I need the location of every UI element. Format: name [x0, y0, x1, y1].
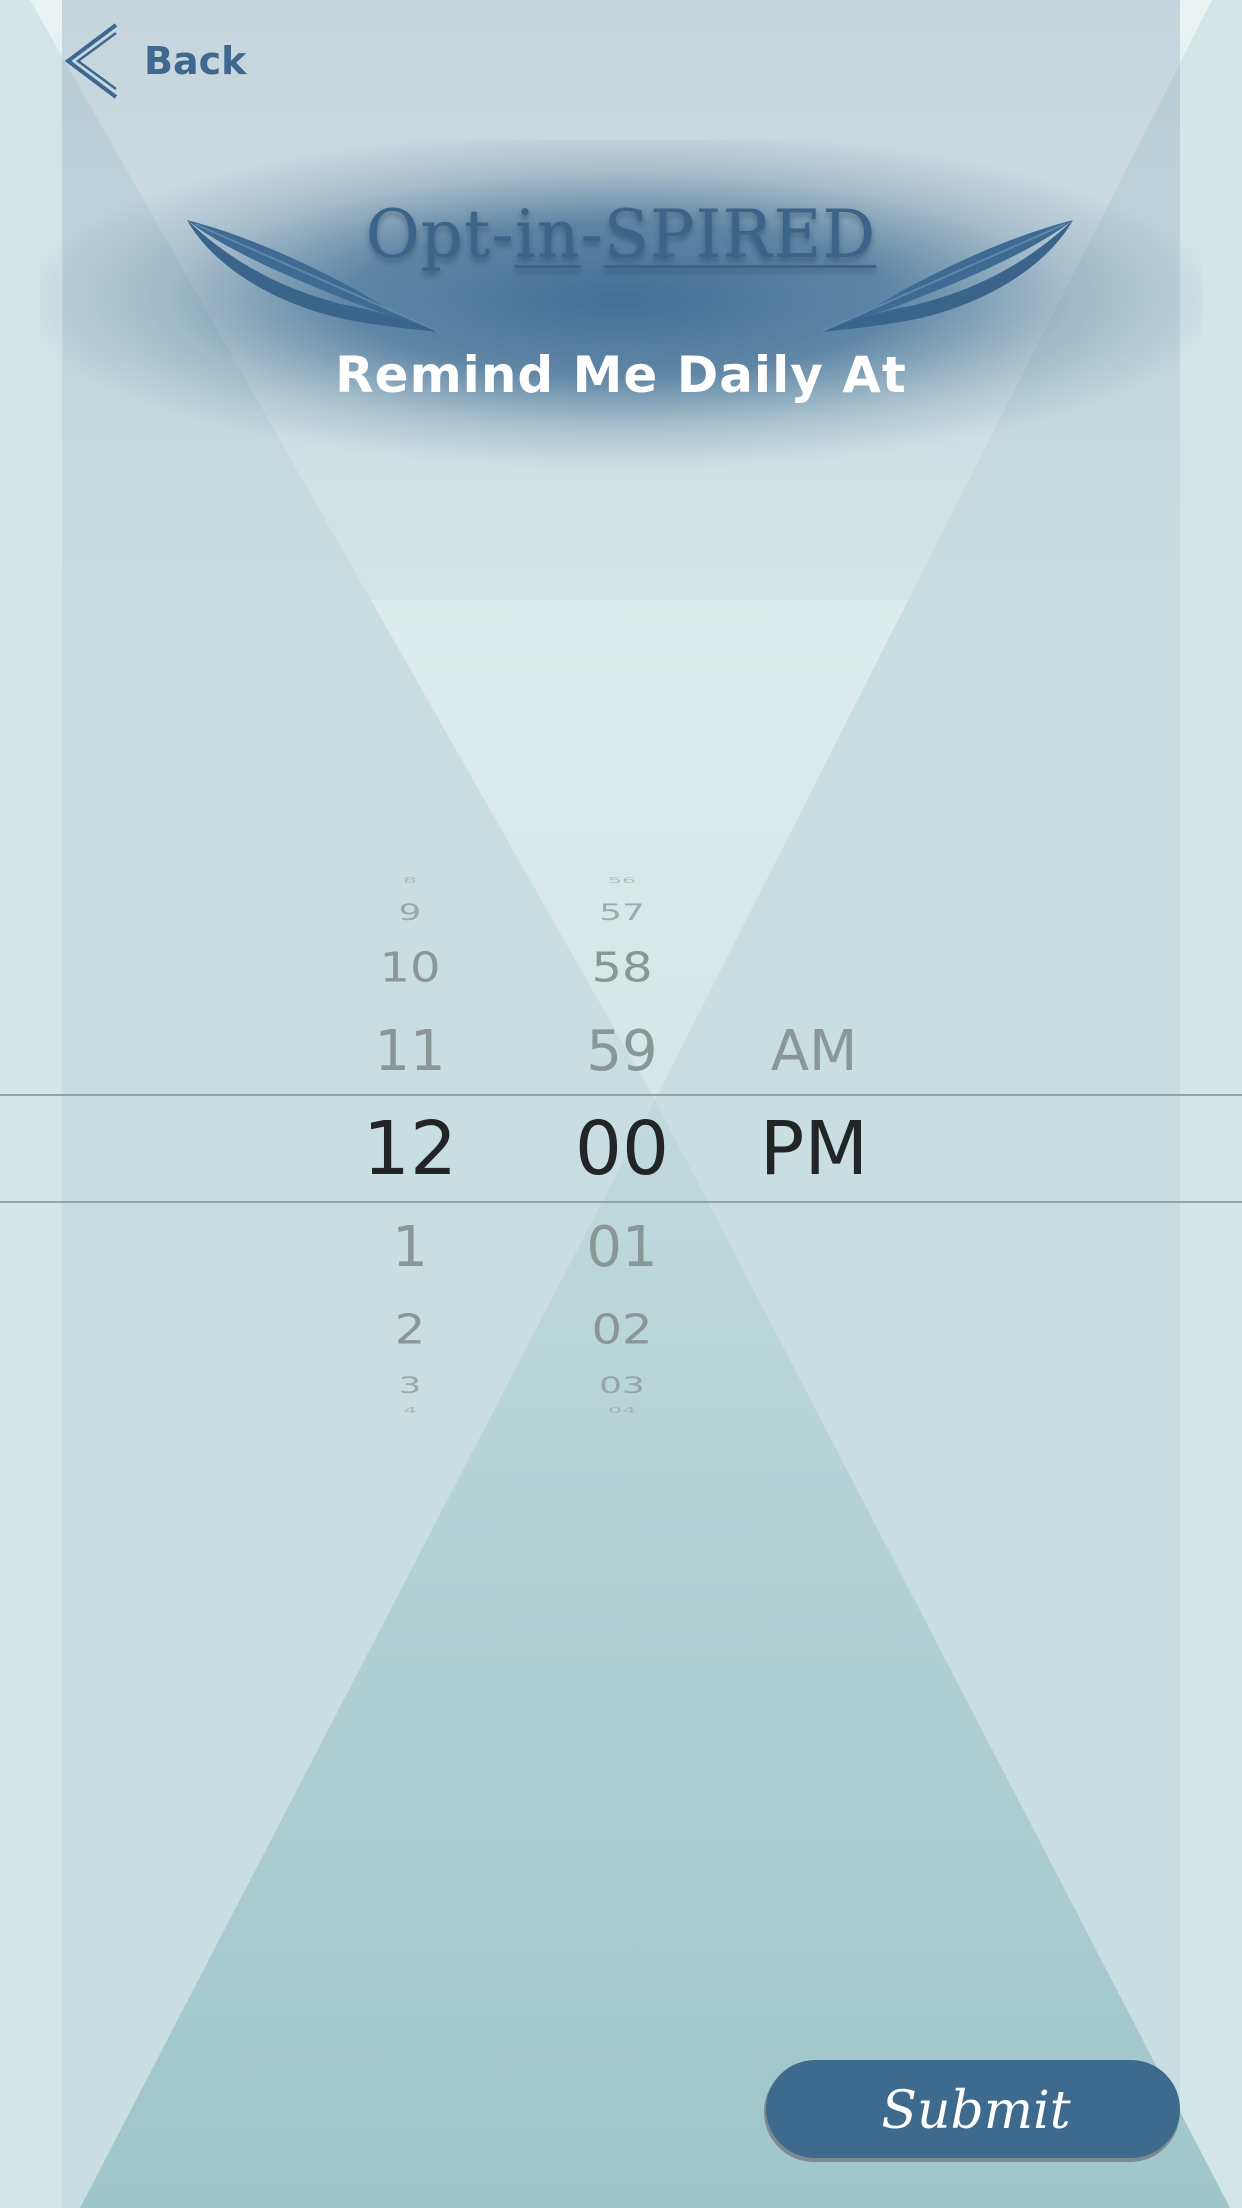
- chevron-left-icon: [64, 23, 118, 99]
- minute-option[interactable]: 04: [522, 1407, 722, 1415]
- period-option[interactable]: AM: [714, 1024, 914, 1080]
- minute-option[interactable]: 03: [522, 1375, 722, 1397]
- minute-option[interactable]: 57: [522, 902, 722, 924]
- hour-option[interactable]: 3: [310, 1375, 510, 1397]
- hour-option[interactable]: 9: [310, 902, 510, 924]
- hour-option-selected[interactable]: 12: [310, 1112, 510, 1186]
- back-label: Back: [144, 39, 247, 83]
- minute-option[interactable]: 02: [522, 1310, 722, 1351]
- submit-label: Submit: [881, 2081, 1070, 2141]
- back-button[interactable]: Back: [60, 20, 246, 102]
- hour-wheel[interactable]: 8 9 10 11 12 1 2 3 4: [310, 860, 510, 1430]
- minute-option[interactable]: 56: [522, 877, 722, 885]
- minute-wheel[interactable]: 56 57 58 59 00 01 02 03 04: [522, 860, 722, 1430]
- minute-option[interactable]: 58: [522, 948, 722, 989]
- hour-option[interactable]: 8: [310, 877, 510, 885]
- minute-option[interactable]: 01: [522, 1220, 722, 1276]
- hour-option[interactable]: 4: [310, 1407, 510, 1415]
- period-option-selected[interactable]: PM: [714, 1112, 914, 1186]
- submit-button[interactable]: Submit: [760, 2058, 1186, 2166]
- page-subtitle: Remind Me Daily At: [335, 346, 907, 404]
- hour-option[interactable]: 2: [310, 1310, 510, 1351]
- hour-option[interactable]: 10: [310, 948, 510, 989]
- minute-option[interactable]: 59: [522, 1024, 722, 1080]
- app-logo-title: Opt-in-SPIRED: [365, 196, 877, 273]
- period-wheel[interactable]: AM PM: [714, 860, 914, 1430]
- time-picker[interactable]: 8 9 10 11 12 1 2 3 4 56 57 58 59 00 01 0…: [0, 860, 1242, 1430]
- hour-option[interactable]: 11: [310, 1024, 510, 1080]
- minute-option-selected[interactable]: 00: [522, 1112, 722, 1186]
- hour-option[interactable]: 1: [310, 1220, 510, 1276]
